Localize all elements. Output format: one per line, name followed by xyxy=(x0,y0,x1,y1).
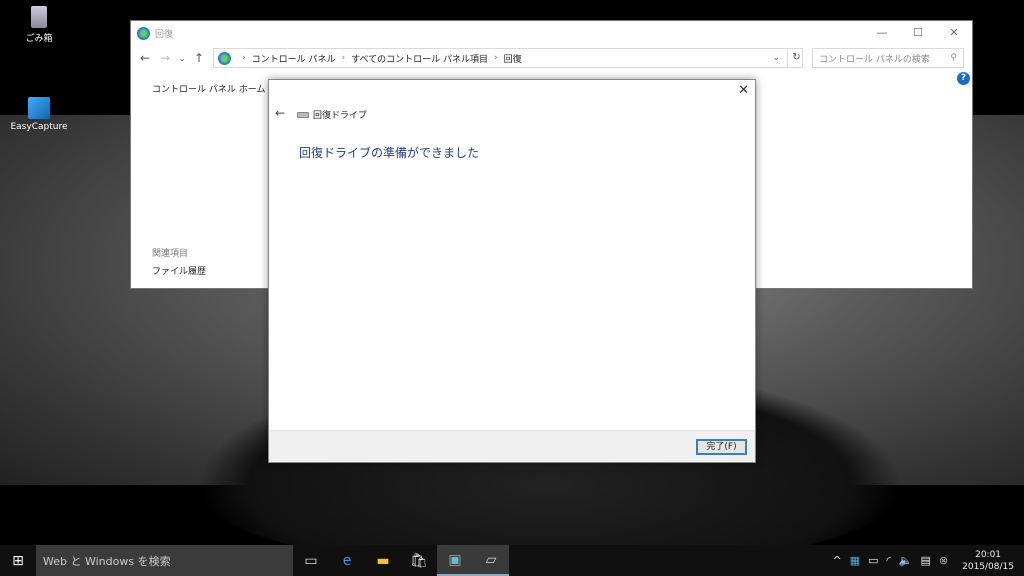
breadcrumb-control-panel[interactable]: コントロール パネル xyxy=(252,52,336,65)
desktop-icon-easycapture[interactable]: EasyCapture xyxy=(9,97,69,132)
error-icon[interactable]: ⊗ xyxy=(939,554,948,567)
clock-date: 2015/08/15 xyxy=(962,561,1014,572)
store-icon[interactable]: 🛍 xyxy=(401,545,437,576)
dialog-title: 回復ドライブ xyxy=(313,111,368,121)
edge-icon[interactable]: e xyxy=(329,545,365,576)
easycapture-label: EasyCapture xyxy=(10,122,68,132)
close-button[interactable]: ✕ xyxy=(936,21,972,43)
recent-dropdown-button[interactable]: ⌄ xyxy=(175,54,189,63)
search-input[interactable]: コントロール パネルの検索 ⚲ xyxy=(812,48,964,68)
control-panel-icon xyxy=(137,26,150,40)
recovery-drive-dialog: ✕ ← 回復ドライブ 回復ドライブの準備ができました 完了(F) xyxy=(268,79,756,463)
taskbar-search-placeholder: Web と Windows を検索 xyxy=(43,554,171,568)
recycle-bin-label: ごみ箱 xyxy=(25,34,53,44)
refresh-button[interactable]: ↻ xyxy=(787,48,805,68)
wifi-icon[interactable]: ◜ xyxy=(887,554,891,567)
app-tray-icon[interactable]: ▦ xyxy=(850,554,860,567)
search-icon: ⚲ xyxy=(950,53,957,63)
up-button[interactable]: ↑ xyxy=(189,51,209,65)
maximize-button[interactable]: ☐ xyxy=(900,21,936,43)
forward-button[interactable]: → xyxy=(155,51,175,65)
breadcrumb-all-items[interactable]: すべてのコントロール パネル項目 xyxy=(351,52,488,65)
easycapture-icon xyxy=(28,97,50,119)
address-bar[interactable]: › コントロール パネル › すべてのコントロール パネル項目 › 回復 ⌄ xyxy=(213,48,803,68)
breadcrumb-recovery[interactable]: 回復 xyxy=(504,52,522,65)
dialog-heading: 回復ドライブの準備ができました xyxy=(299,146,480,160)
recycle-bin-icon xyxy=(31,6,47,28)
file-history-link[interactable]: ファイル履歴 xyxy=(152,264,206,277)
title-bar: 回復 xyxy=(131,21,972,45)
dialog-back-button[interactable]: ← xyxy=(275,106,285,120)
battery-icon[interactable]: ▭ xyxy=(868,554,878,567)
window-title: 回復 xyxy=(155,29,174,40)
desktop-icon-recycle-bin[interactable]: ごみ箱 xyxy=(9,6,69,44)
taskbar: ⊞ Web と Windows を検索 ▭ e ▬ 🛍 ▣ ▱ ^ ▦ ▭ ◜ … xyxy=(0,545,1024,576)
drive-icon xyxy=(297,111,309,118)
volume-icon[interactable]: 🔈 xyxy=(899,554,913,567)
dialog-close-button[interactable]: ✕ xyxy=(738,83,749,98)
clock-time: 20:01 xyxy=(975,549,1002,560)
control-panel-taskbar-icon[interactable]: ▣ xyxy=(437,545,473,576)
finish-button[interactable]: 完了(F) xyxy=(696,439,747,455)
show-hidden-icons-button[interactable]: ^ xyxy=(833,554,842,567)
back-button[interactable]: ← xyxy=(135,51,155,65)
action-center-icon[interactable]: ▤ xyxy=(921,554,931,567)
dialog-footer: 完了(F) xyxy=(269,430,755,462)
control-panel-icon xyxy=(218,51,231,65)
task-view-button[interactable]: ▭ xyxy=(293,545,329,576)
help-icon[interactable]: ? xyxy=(957,72,970,85)
minimize-button[interactable]: — xyxy=(864,21,900,43)
system-tray: ^ ▦ ▭ ◜ 🔈 ▤ ⊗ 20:01 2015/08/15 xyxy=(833,545,1015,576)
clock[interactable]: 20:01 2015/08/15 xyxy=(962,549,1014,573)
start-button[interactable]: ⊞ xyxy=(0,553,36,569)
address-dropdown-icon[interactable]: ⌄ xyxy=(772,53,780,63)
sidebar-control-panel-home[interactable]: コントロール パネル ホーム xyxy=(152,82,265,95)
search-placeholder: コントロール パネルの検索 xyxy=(819,54,930,65)
related-heading: 関連項目 xyxy=(152,249,189,259)
file-explorer-icon[interactable]: ▬ xyxy=(365,545,401,576)
taskbar-search-input[interactable]: Web と Windows を検索 xyxy=(36,545,293,576)
recovery-drive-taskbar-icon[interactable]: ▱ xyxy=(473,545,509,576)
